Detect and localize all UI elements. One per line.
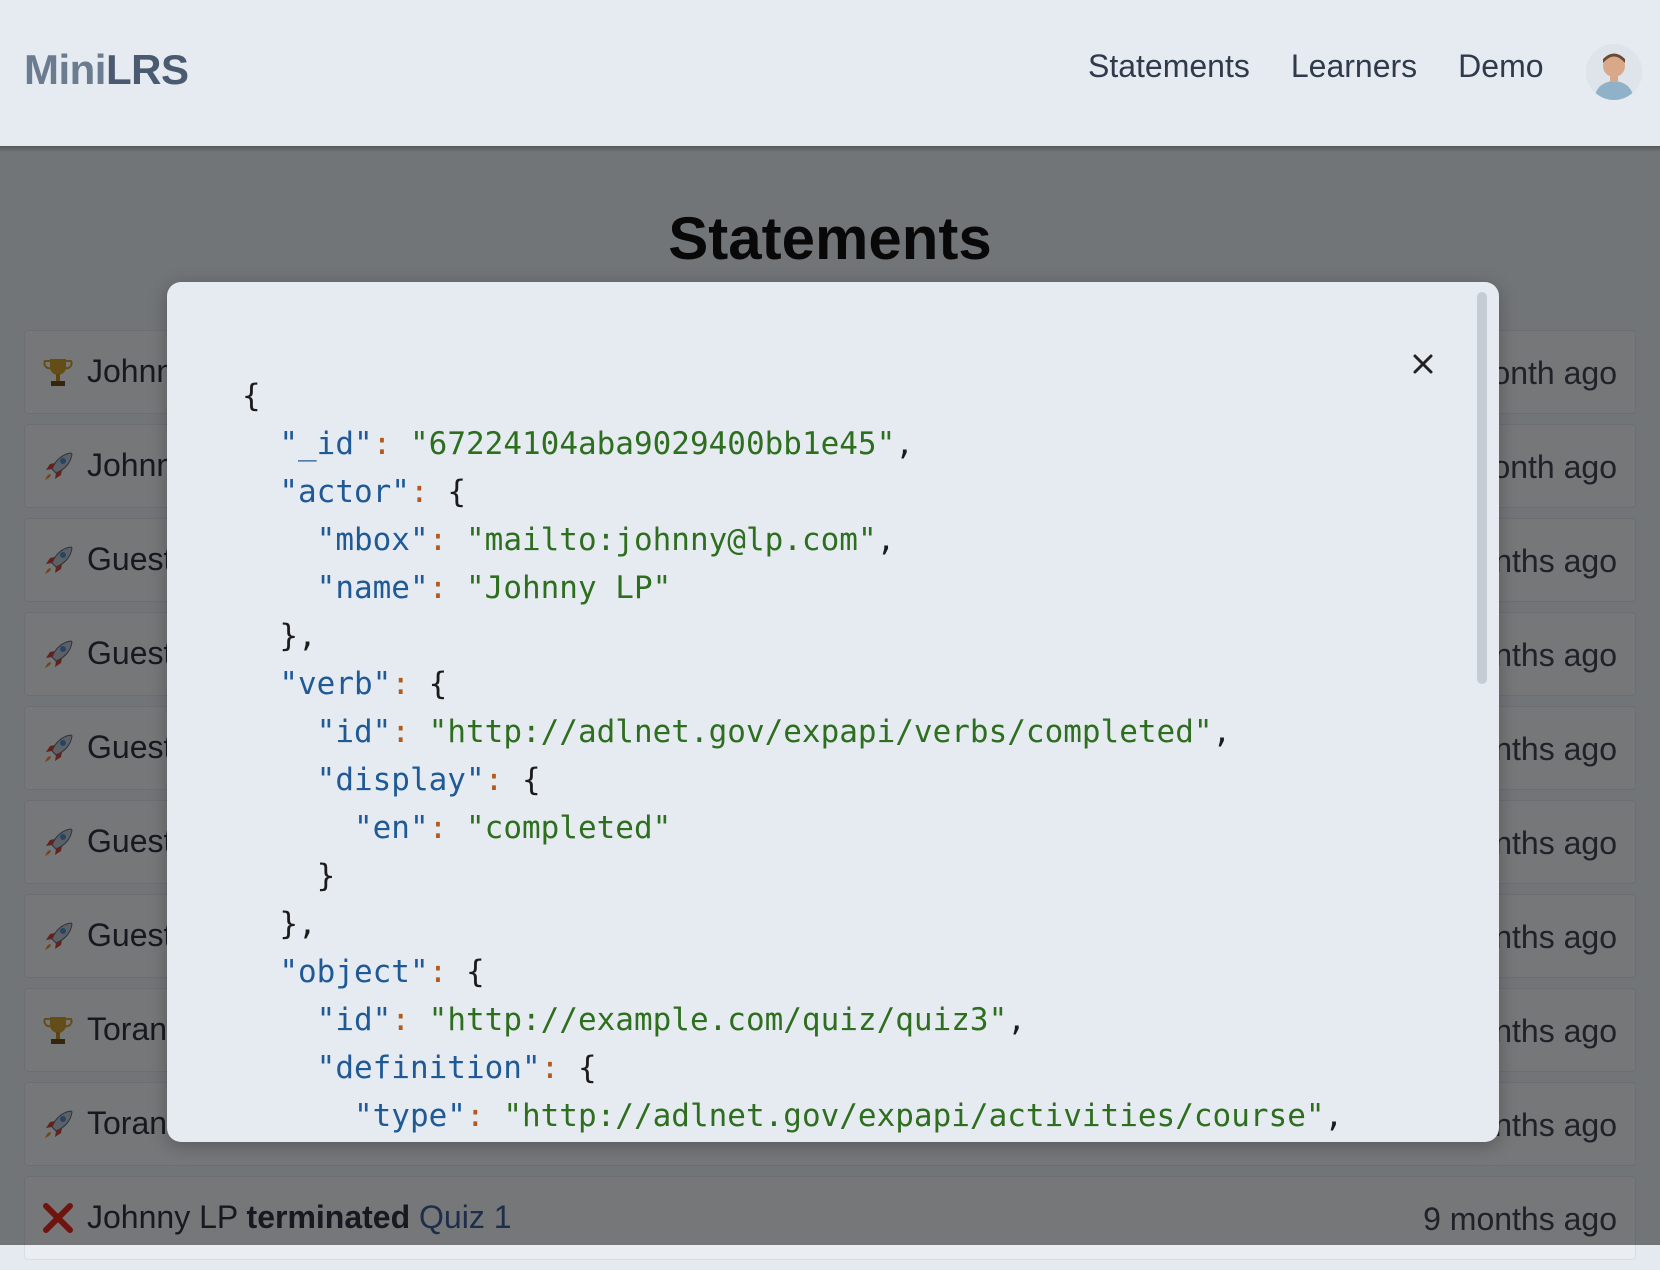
- user-avatar-icon: [1586, 44, 1642, 100]
- avatar[interactable]: [1586, 44, 1642, 100]
- nav-statements[interactable]: Statements: [1088, 48, 1250, 85]
- statement-json-modal: { "_id": "67224104aba9029400bb1e45", "ac…: [167, 282, 1499, 1142]
- close-icon: [1413, 354, 1433, 374]
- close-button[interactable]: [1403, 344, 1443, 384]
- nav-learners[interactable]: Learners: [1291, 48, 1417, 85]
- nav-links: Statements Learners Demo: [1088, 48, 1585, 85]
- statement-json-viewer: { "_id": "67224104aba9029400bb1e45", "ac…: [242, 378, 1344, 1134]
- modal-scrollbar[interactable]: [1475, 290, 1489, 1134]
- nav-demo[interactable]: Demo: [1458, 48, 1543, 85]
- brand-logo[interactable]: MiniLRS: [24, 46, 189, 94]
- navbar: MiniLRS Statements Learners Demo: [0, 0, 1660, 146]
- scrollbar-thumb[interactable]: [1477, 292, 1487, 684]
